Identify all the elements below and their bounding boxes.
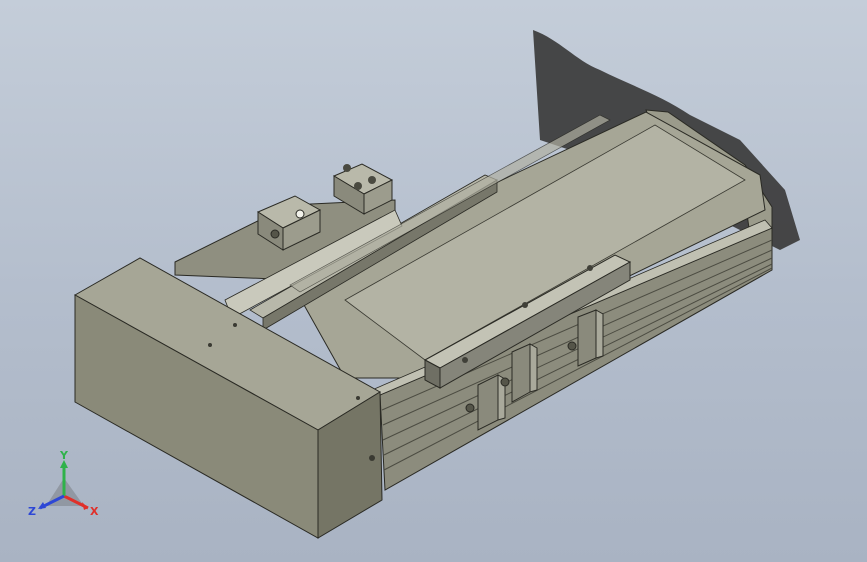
x-axis-label: X bbox=[90, 505, 99, 518]
y-axis-label: Y bbox=[60, 449, 68, 462]
cad-viewport[interactable]: X Y Z bbox=[0, 0, 867, 562]
z-axis-label: Z bbox=[28, 505, 36, 518]
view-orientation-triad[interactable]: X Y Z bbox=[26, 448, 106, 528]
linear-actuator-model[interactable] bbox=[0, 0, 867, 562]
